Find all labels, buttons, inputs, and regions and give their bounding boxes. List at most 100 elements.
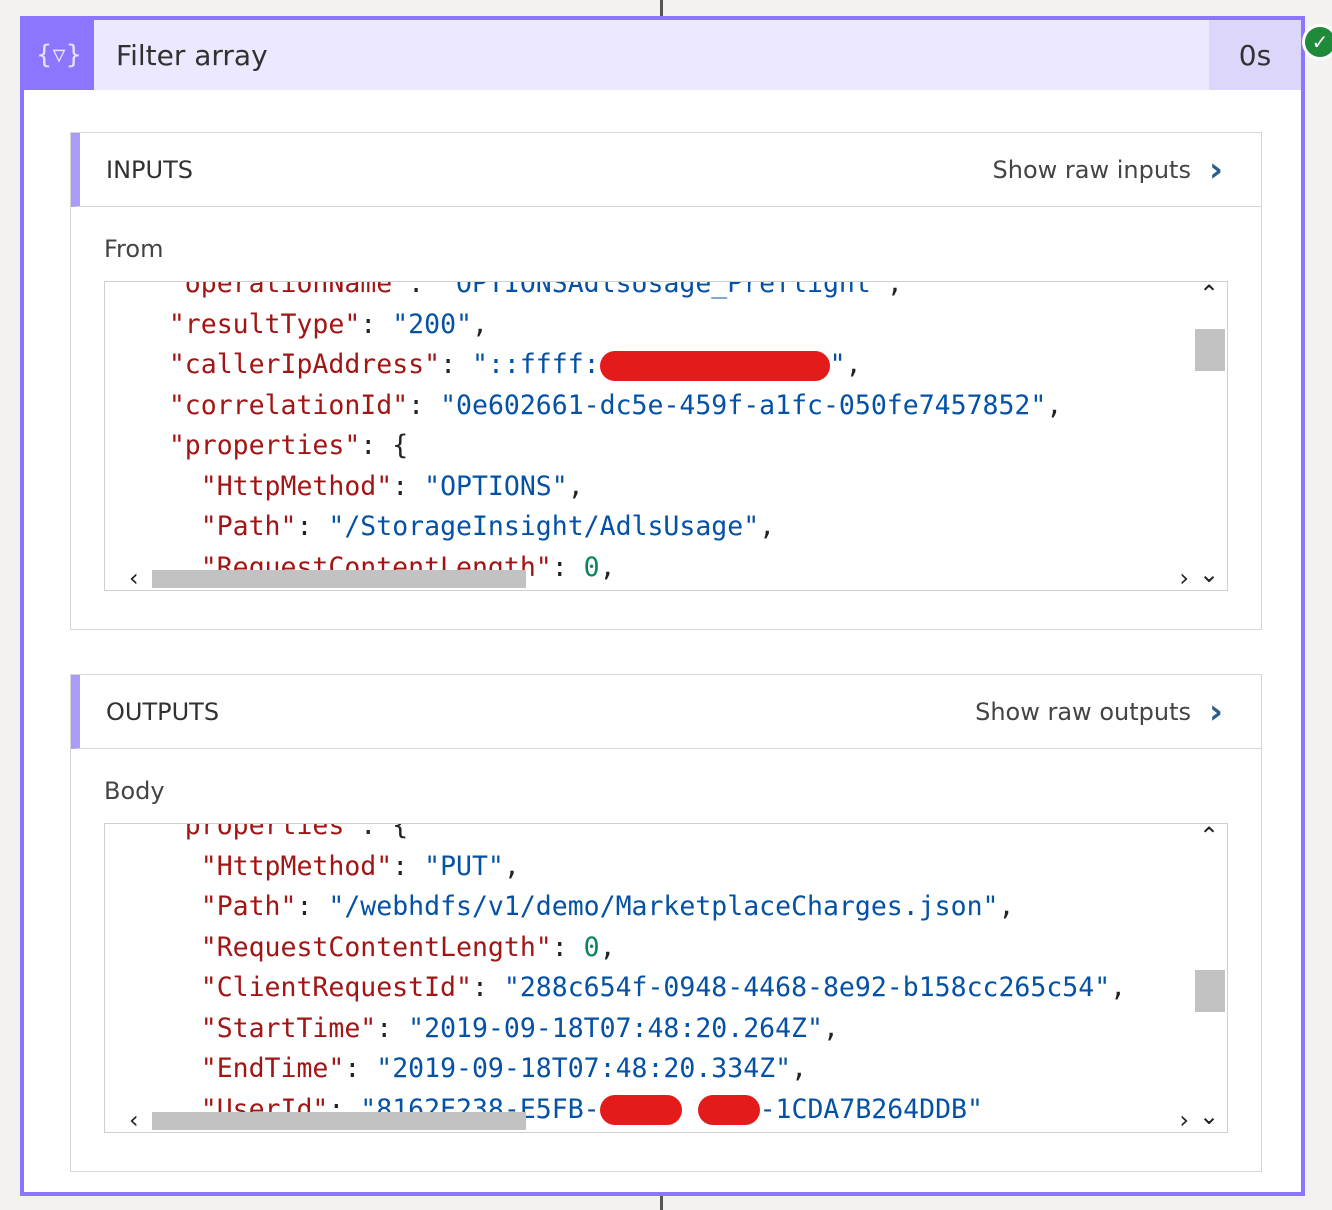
json-key: "ClientRequestId" bbox=[200, 972, 472, 1003]
code-line: "correlationId": "0e602661-dc5e-459f-a1f… bbox=[105, 386, 1062, 427]
json-punctuation bbox=[105, 430, 169, 461]
json-punctuation: : bbox=[296, 511, 329, 542]
inputs-code-viewer[interactable]: "operationName": "OPTIONSAdlsUsage_Prefl… bbox=[104, 281, 1228, 591]
json-punctuation: : { bbox=[360, 430, 409, 461]
scroll-left-icon[interactable]: ‹ bbox=[129, 1106, 139, 1132]
json-string: " bbox=[829, 349, 846, 380]
json-punctuation bbox=[105, 309, 169, 340]
json-punctuation: : bbox=[408, 281, 441, 299]
vertical-scroll-thumb[interactable] bbox=[1195, 329, 1225, 371]
scroll-right-icon[interactable]: › bbox=[1179, 564, 1189, 590]
code-line: "callerIpAddress": "::ffff: ", bbox=[105, 345, 1062, 386]
json-punctuation: , bbox=[471, 308, 488, 340]
code-line: "properties": { bbox=[105, 426, 1062, 467]
inputs-header: INPUTS Show raw inputs › bbox=[71, 133, 1261, 207]
json-key: "resultType" bbox=[168, 308, 361, 340]
json-punctuation: : bbox=[551, 551, 584, 583]
show-raw-inputs-link[interactable]: Show raw inputs bbox=[993, 156, 1191, 184]
json-punctuation bbox=[105, 1053, 201, 1084]
json-punctuation: : bbox=[360, 308, 393, 340]
json-key: "Path" bbox=[200, 511, 297, 542]
vertical-scrollbar[interactable]: ⌃ ⌄ bbox=[1193, 282, 1227, 590]
json-key: "properties" bbox=[168, 430, 361, 461]
outputs-title: OUTPUTS bbox=[106, 697, 220, 726]
json-punctuation bbox=[105, 972, 201, 1003]
outputs-section: OUTPUTS Show raw outputs › Body "propert… bbox=[70, 674, 1262, 1172]
json-punctuation: : bbox=[392, 470, 425, 502]
body-label: Body bbox=[104, 777, 165, 805]
json-punctuation: , bbox=[1110, 972, 1127, 1003]
json-punctuation bbox=[105, 471, 201, 502]
code-line: "Path": "/webhdfs/v1/demo/MarketplaceCha… bbox=[105, 887, 1126, 928]
json-punctuation bbox=[105, 932, 201, 963]
code-line: "Path": "/StorageInsight/AdlsUsage", bbox=[105, 507, 1062, 548]
json-string: "OPTIONSAdlsUsage_Preflight" bbox=[440, 281, 887, 299]
json-key: "HttpMethod" bbox=[200, 470, 393, 502]
json-string: "2019-09-18T07:48:20.264Z" bbox=[408, 1012, 823, 1044]
json-punctuation bbox=[105, 390, 169, 421]
action-header[interactable]: {▿} Filter array 0s bbox=[24, 20, 1301, 90]
json-punctuation: : bbox=[376, 1012, 409, 1044]
scroll-down-icon[interactable]: ⌄ bbox=[1199, 1102, 1219, 1130]
vertical-scroll-thumb[interactable] bbox=[1195, 970, 1225, 1012]
json-string: -1CDA7B264DDB" bbox=[759, 1093, 983, 1125]
code-line: "HttpMethod": "OPTIONS", bbox=[105, 467, 1062, 508]
code-line: "ClientRequestId": "288c654f-0948-4468-8… bbox=[105, 968, 1126, 1009]
json-number: 0 bbox=[583, 931, 600, 963]
json-punctuation: , bbox=[503, 850, 520, 882]
json-key: "properties" bbox=[168, 823, 361, 841]
code-line: "operationName": "OPTIONSAdlsUsage_Prefl… bbox=[105, 281, 1062, 305]
scroll-right-icon[interactable]: › bbox=[1179, 1106, 1189, 1132]
json-punctuation bbox=[105, 824, 169, 841]
action-duration: 0s bbox=[1209, 20, 1301, 90]
success-check-icon: ✓ bbox=[1302, 24, 1332, 60]
json-punctuation: , bbox=[1046, 389, 1063, 421]
json-punctuation bbox=[105, 851, 201, 882]
inputs-code-lines: "operationName": "OPTIONSAdlsUsage_Prefl… bbox=[105, 281, 1062, 588]
json-string: "0e602661-dc5e-459f-a1fc-050fe7457852" bbox=[440, 389, 1047, 421]
connector-bottom bbox=[660, 1196, 663, 1210]
show-raw-outputs-link[interactable]: Show raw outputs bbox=[975, 698, 1191, 726]
horizontal-scroll-thumb[interactable] bbox=[152, 1112, 526, 1130]
connector-top bbox=[660, 0, 663, 16]
json-punctuation: , bbox=[791, 1053, 808, 1084]
json-punctuation: , bbox=[845, 349, 862, 380]
json-punctuation: , bbox=[998, 891, 1015, 922]
scroll-left-icon[interactable]: ‹ bbox=[129, 564, 139, 590]
code-line: "StartTime": "2019-09-18T07:48:20.264Z", bbox=[105, 1009, 1126, 1050]
json-key: "HttpMethod" bbox=[200, 850, 393, 882]
json-key: "callerIpAddress" bbox=[168, 349, 441, 380]
redaction-mark bbox=[697, 1095, 760, 1125]
json-punctuation: : bbox=[392, 850, 425, 882]
json-string: "/StorageInsight/AdlsUsage" bbox=[328, 511, 760, 542]
json-key: "RequestContentLength" bbox=[200, 931, 552, 963]
chevron-right-icon[interactable]: › bbox=[1209, 150, 1223, 190]
json-string: "::ffff: bbox=[471, 349, 600, 380]
code-line: "HttpMethod": "PUT", bbox=[105, 847, 1126, 888]
vertical-scrollbar[interactable]: ⌃ ⌄ bbox=[1193, 824, 1227, 1132]
code-line: "RequestContentLength": 0, bbox=[105, 928, 1126, 969]
json-string: "200" bbox=[392, 308, 472, 340]
json-punctuation bbox=[105, 891, 201, 922]
json-string: "/webhdfs/v1/demo/MarketplaceCharges.jso… bbox=[328, 891, 999, 922]
json-string: "OPTIONS" bbox=[424, 470, 568, 502]
scroll-up-icon[interactable]: ⌃ bbox=[1199, 282, 1219, 308]
scroll-up-icon[interactable]: ⌃ bbox=[1199, 824, 1219, 850]
outputs-header: OUTPUTS Show raw outputs › bbox=[71, 675, 1261, 749]
json-punctuation bbox=[105, 1013, 201, 1044]
scroll-down-icon[interactable]: ⌄ bbox=[1199, 560, 1219, 588]
outputs-code-viewer[interactable]: "properties": { "HttpMethod": "PUT", "Pa… bbox=[104, 823, 1228, 1133]
json-punctuation: : bbox=[471, 972, 504, 1003]
json-string: "288c654f-0948-4468-8e92-b158cc265c54" bbox=[503, 972, 1111, 1003]
json-key: "operationName" bbox=[168, 281, 409, 299]
json-punctuation: : bbox=[344, 1053, 377, 1084]
json-key: "correlationId" bbox=[168, 389, 409, 421]
inputs-title: INPUTS bbox=[106, 155, 193, 184]
inputs-section: INPUTS Show raw inputs › From "operation… bbox=[70, 132, 1262, 630]
json-punctuation: : { bbox=[360, 823, 409, 841]
horizontal-scroll-thumb[interactable] bbox=[152, 570, 526, 588]
filter-array-action-card: ✓ {▿} Filter array 0s INPUTS Show raw in… bbox=[20, 16, 1332, 1196]
filter-braces-icon: {▿} bbox=[24, 20, 94, 90]
chevron-right-icon[interactable]: › bbox=[1209, 692, 1223, 732]
from-label: From bbox=[104, 235, 164, 263]
